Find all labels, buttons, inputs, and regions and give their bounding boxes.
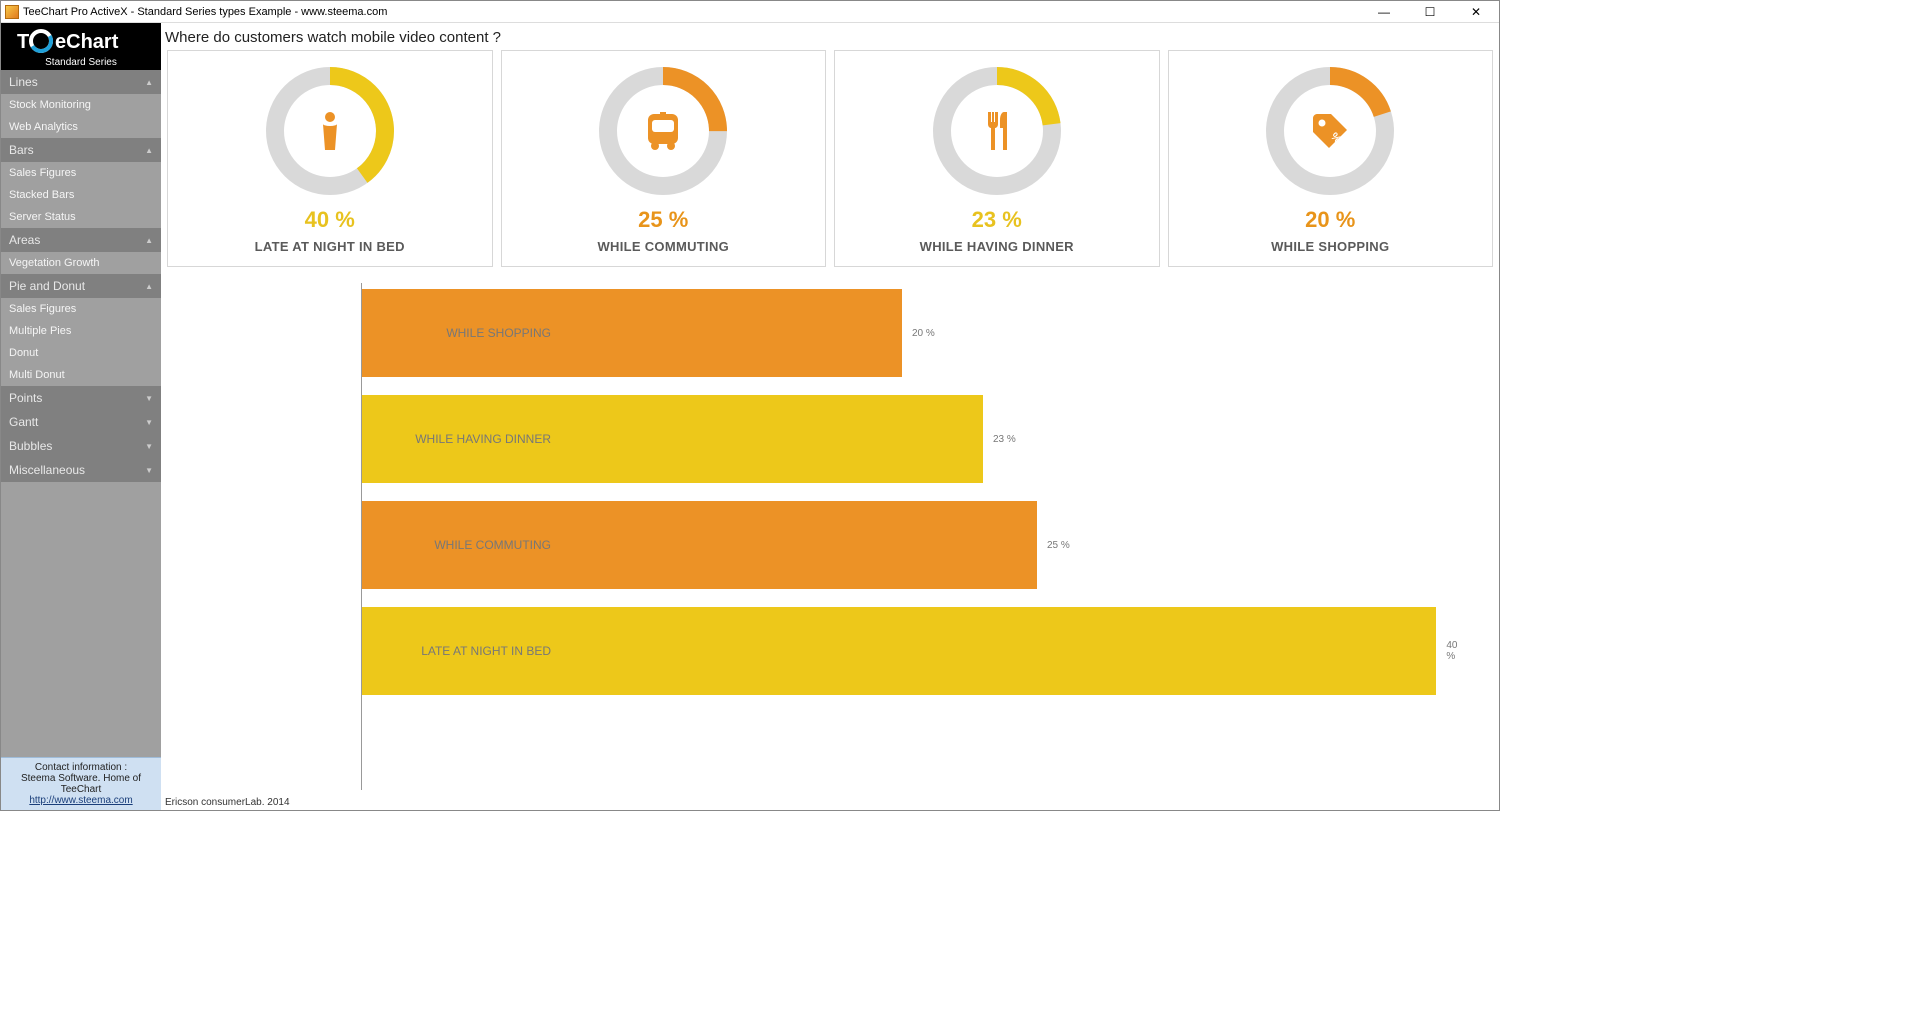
donut-card-2: 23 % WHILE HAVING DINNER xyxy=(834,50,1160,267)
bar-value-0: 20 % xyxy=(912,328,935,339)
bar-value-3: 40 % xyxy=(1446,640,1469,662)
bus-icon xyxy=(638,106,688,156)
chart-title: Where do customers watch mobile video co… xyxy=(161,23,1499,50)
window-title: TeeChart Pro ActiveX - Standard Series t… xyxy=(23,6,1361,18)
donut-2 xyxy=(927,61,1067,201)
window-close-button[interactable]: ✕ xyxy=(1453,1,1499,22)
main-panel: Where do customers watch mobile video co… xyxy=(161,23,1499,810)
donut-card-1: 25 % WHILE COMMUTING xyxy=(501,50,827,267)
svg-text:eChart: eChart xyxy=(55,31,119,53)
app-icon xyxy=(5,5,19,19)
sidebar-category-gantt[interactable]: Gantt▼ xyxy=(1,410,161,434)
sidebar-item-server-status[interactable]: Server Status xyxy=(1,206,161,228)
donut-label-1: WHILE COMMUTING xyxy=(502,239,826,254)
sidebar-item-stacked-bars[interactable]: Stacked Bars xyxy=(1,184,161,206)
donut-percent-1: 25 % xyxy=(502,207,826,233)
price-tag-icon: % xyxy=(1305,106,1355,156)
donut-card-0: 40 % LATE AT NIGHT IN BED xyxy=(167,50,493,267)
contact-panel: Contact information : Steema Software. H… xyxy=(1,757,161,810)
donut-label-2: WHILE HAVING DINNER xyxy=(835,239,1159,254)
sidebar-category-bars[interactable]: Bars▲ xyxy=(1,138,161,162)
sidebar-item-multi-donut[interactable]: Multi Donut xyxy=(1,364,161,386)
logo: T eChart Standard Series xyxy=(1,23,161,70)
sidebar-item-web-analytics[interactable]: Web Analytics xyxy=(1,116,161,138)
bar-label-1: WHILE HAVING DINNER xyxy=(371,432,551,446)
logo-subtitle: Standard Series xyxy=(1,57,161,68)
sidebar-item-vegetation-growth[interactable]: Vegetation Growth xyxy=(1,252,161,274)
donut-percent-2: 23 % xyxy=(835,207,1159,233)
bar-row-2: WHILE COMMUTING 25 % xyxy=(361,495,1469,595)
bar-value-2: 25 % xyxy=(1047,540,1070,551)
window-titlebar: TeeChart Pro ActiveX - Standard Series t… xyxy=(1,1,1499,23)
bar-chart: WHILE SHOPPING 20 % WHILE HAVING DINNER 23 … xyxy=(161,273,1499,810)
sidebar-item-stock-monitoring[interactable]: Stock Monitoring xyxy=(1,94,161,116)
contact-line2: Steema Software. Home of TeeChart xyxy=(3,773,159,795)
bar-label-0: WHILE SHOPPING xyxy=(371,326,551,340)
window-minimize-button[interactable]: — xyxy=(1361,1,1407,22)
donut-percent-3: 20 % xyxy=(1169,207,1493,233)
bar-row-3: LATE AT NIGHT IN BED 40 % xyxy=(361,601,1469,701)
sidebar-item-sales-figures[interactable]: Sales Figures xyxy=(1,162,161,184)
bar-row-0: WHILE SHOPPING 20 % xyxy=(361,283,1469,383)
chart-credit: Ericson consumerLab. 2014 xyxy=(165,797,290,808)
bar-label-3: LATE AT NIGHT IN BED xyxy=(371,644,551,658)
bar-value-1: 23 % xyxy=(993,434,1016,445)
svg-text:T: T xyxy=(17,31,29,53)
sidebar-category-bubbles[interactable]: Bubbles▼ xyxy=(1,434,161,458)
person-cup-icon xyxy=(305,106,355,156)
donut-cards-row: 40 % LATE AT NIGHT IN BED 25 % WHILE COMMUT… xyxy=(161,50,1499,273)
window-maximize-button[interactable]: ☐ xyxy=(1407,1,1453,22)
sidebar-category-pie-and-donut[interactable]: Pie and Donut▲ xyxy=(1,274,161,298)
donut-0 xyxy=(260,61,400,201)
bar-label-2: WHILE COMMUTING xyxy=(371,538,551,552)
sidebar-category-lines[interactable]: Lines▲ xyxy=(1,70,161,94)
donut-label-3: WHILE SHOPPING xyxy=(1169,239,1493,254)
donut-card-3: % 20 % WHILE SHOPPING xyxy=(1168,50,1494,267)
cutlery-icon xyxy=(972,106,1022,156)
sidebar-item-sales-figures[interactable]: Sales Figures xyxy=(1,298,161,320)
donut-label-0: LATE AT NIGHT IN BED xyxy=(168,239,492,254)
bar-row-1: WHILE HAVING DINNER 23 % xyxy=(361,389,1469,489)
sidebar: T eChart Standard Series Lines▲Stock Mon… xyxy=(1,23,161,810)
sidebar-item-donut[interactable]: Donut xyxy=(1,342,161,364)
contact-line1: Contact information : xyxy=(3,762,159,773)
sidebar-item-multiple-pies[interactable]: Multiple Pies xyxy=(1,320,161,342)
sidebar-spacer xyxy=(1,482,161,757)
donut-percent-0: 40 % xyxy=(168,207,492,233)
donut-3: % xyxy=(1260,61,1400,201)
contact-link[interactable]: http://www.steema.com xyxy=(29,795,132,806)
sidebar-category-miscellaneous[interactable]: Miscellaneous▼ xyxy=(1,458,161,482)
donut-1 xyxy=(593,61,733,201)
sidebar-category-points[interactable]: Points▼ xyxy=(1,386,161,410)
sidebar-category-areas[interactable]: Areas▲ xyxy=(1,228,161,252)
